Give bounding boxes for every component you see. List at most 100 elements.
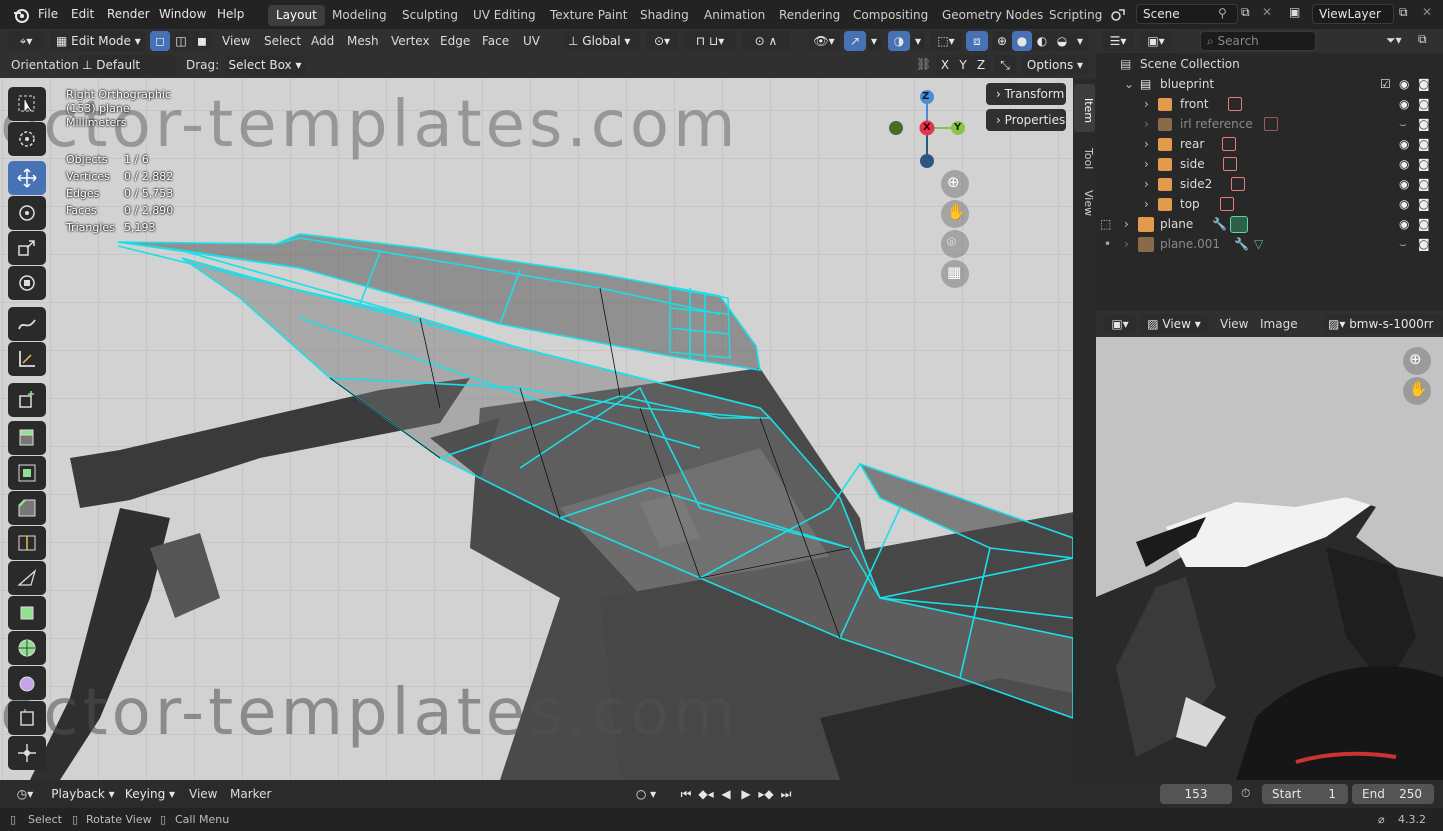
eye-icon[interactable]: ◉ <box>1399 74 1409 94</box>
tab-layout[interactable]: Layout <box>268 5 325 26</box>
tab-rendering[interactable]: Rendering <box>771 5 848 26</box>
editor-type-button[interactable]: ⌖▾ <box>8 31 44 51</box>
tool-smooth[interactable] <box>8 666 46 700</box>
menu-edge[interactable]: Edge <box>440 32 470 51</box>
camera-icon[interactable]: ◙ <box>1418 94 1430 114</box>
eye-icon[interactable]: ◉ <box>1399 134 1409 154</box>
tab-item[interactable]: Item <box>1074 84 1095 132</box>
chevron-right-icon[interactable]: › <box>1144 174 1149 194</box>
tool-bevel[interactable] <box>8 491 46 525</box>
ortho-toggle-button[interactable]: ▦ <box>941 260 969 288</box>
tab-animation[interactable]: Animation <box>696 5 773 26</box>
menu-window[interactable]: Window <box>159 0 206 29</box>
tab-view[interactable]: View <box>1074 178 1095 222</box>
chevron-right-icon[interactable]: › <box>1144 114 1149 134</box>
face-select-button[interactable]: ◼ <box>192 31 212 51</box>
camera-icon[interactable]: ◙ <box>1418 214 1430 234</box>
tab-uv-editing[interactable]: UV Editing <box>465 5 544 26</box>
outliner-search[interactable]: ⌕ Search <box>1200 31 1316 51</box>
tool-cursor[interactable] <box>8 122 46 156</box>
tree-row-rear[interactable]: › rear ◉ ◙ <box>1096 134 1443 154</box>
view-layer-icon[interactable]: ▣ <box>1289 5 1300 19</box>
mesh-edit-overlay[interactable]: ⬚▾ <box>930 31 962 51</box>
tree-row-side[interactable]: › side ◉ ◙ <box>1096 154 1443 174</box>
tool-extrude[interactable] <box>8 421 46 455</box>
tool-add-cube[interactable] <box>8 383 46 417</box>
auto-keying-toggle[interactable]: ○ ▾ <box>628 784 664 804</box>
tab-geometry-nodes[interactable]: Geometry Nodes <box>934 5 1051 26</box>
shading-rendered[interactable]: ◒ <box>1052 31 1072 51</box>
keying-menu[interactable]: Keying ▾ <box>120 784 180 804</box>
menu-file[interactable]: File <box>38 0 58 29</box>
tool-spin[interactable] <box>8 631 46 665</box>
view-layer-selector[interactable]: ViewLayer <box>1312 4 1394 24</box>
menu-marker[interactable]: Marker <box>230 785 271 804</box>
camera-icon[interactable]: ◙ <box>1418 194 1430 214</box>
chevron-right-icon[interactable]: › <box>1124 234 1129 254</box>
tool-edge-slide[interactable] <box>8 701 46 735</box>
camera-icon[interactable]: ◙ <box>1418 174 1430 194</box>
vertex-select-button[interactable]: ◻ <box>150 31 170 51</box>
tool-shrink-fatten[interactable] <box>8 736 46 770</box>
eye-closed-icon[interactable]: ⌣ <box>1399 234 1407 254</box>
image-zoom-button[interactable]: ⊕ <box>1403 347 1431 375</box>
new-collection-icon[interactable]: ⧉ <box>1418 32 1427 47</box>
tree-row-side2[interactable]: › side2 ◉ ◙ <box>1096 174 1443 194</box>
drag-selector[interactable]: Select Box ▾ <box>225 55 305 75</box>
scene-icon[interactable] <box>1110 7 1126 23</box>
blender-logo-icon[interactable] <box>12 6 30 24</box>
tab-texture-paint[interactable]: Texture Paint <box>542 5 635 26</box>
mirror-y-toggle[interactable]: Y <box>954 55 972 75</box>
next-keyframe-button[interactable]: ▸◆ <box>756 784 776 804</box>
menu-view[interactable]: View <box>189 785 217 804</box>
eye-icon[interactable]: ◉ <box>1399 154 1409 174</box>
camera-icon[interactable]: ◙ <box>1418 114 1430 134</box>
tab-modeling[interactable]: Modeling <box>324 5 395 26</box>
properties-panel-header[interactable]: › Properties <box>986 109 1066 131</box>
visibility-selector[interactable]: 👁▾ <box>808 31 840 51</box>
zoom-button[interactable]: ⊕ <box>941 170 969 198</box>
auto-merge-toggle[interactable]: ⤡ <box>994 55 1016 75</box>
tree-row-irl-reference[interactable]: › irl reference ⌣ ◙ <box>1096 114 1443 134</box>
pan-button[interactable]: ✋ <box>941 200 969 228</box>
new-scene-icon[interactable]: ⧉ <box>1241 5 1250 20</box>
tree-row-scene-collection[interactable]: ▤ Scene Collection <box>1096 54 1443 74</box>
current-frame-field[interactable]: 153 <box>1160 784 1232 804</box>
shading-material[interactable]: ◐ <box>1032 31 1052 51</box>
chevron-right-icon[interactable]: › <box>1144 154 1149 174</box>
tool-inset[interactable] <box>8 456 46 490</box>
outliner-editor-type[interactable]: ☰▾ <box>1102 31 1134 51</box>
tree-row-top[interactable]: › top ◉ ◙ <box>1096 194 1443 214</box>
stopwatch-icon[interactable]: ⏱ <box>1241 786 1250 801</box>
tree-row-plane-001[interactable]: • › plane.001 🔧 ▽ ⌣ ◙ <box>1096 234 1443 254</box>
transform-panel-header[interactable]: › Transform <box>986 83 1066 105</box>
tool-poly-build[interactable] <box>8 596 46 630</box>
menu-help[interactable]: Help <box>217 0 244 29</box>
proportional-edit-toggle[interactable]: ⊙ ∧ <box>742 31 790 51</box>
tab-sculpting[interactable]: Sculpting <box>394 5 466 26</box>
chevron-down-icon[interactable]: ⌄ <box>1124 74 1134 94</box>
eye-closed-icon[interactable]: ⌣ <box>1399 114 1407 134</box>
jump-end-button[interactable]: ⏭ <box>776 784 796 804</box>
menu-edit[interactable]: Edit <box>71 0 94 29</box>
mirror-x-toggle[interactable]: X <box>936 55 954 75</box>
menu-image[interactable]: Image <box>1260 315 1298 334</box>
tool-move[interactable] <box>8 161 46 195</box>
image-editor-viewport[interactable]: ⊕ ✋ <box>1096 337 1443 780</box>
menu-view[interactable]: View <box>1220 315 1248 334</box>
tab-tool[interactable]: Tool <box>1074 134 1095 178</box>
camera-icon[interactable]: ◙ <box>1418 154 1430 174</box>
menu-view[interactable]: View <box>222 32 250 51</box>
timeline-editor-type[interactable]: ◷▾ <box>8 784 42 804</box>
tool-select-box[interactable] <box>8 87 46 121</box>
eye-icon[interactable]: ◉ <box>1399 174 1409 194</box>
orientation-selector[interactable]: ⊥ Default <box>78 55 176 75</box>
chevron-right-icon[interactable]: › <box>1144 94 1149 114</box>
play-reverse-button[interactable]: ◀ <box>716 784 736 804</box>
eye-icon[interactable]: ◉ <box>1399 214 1409 234</box>
tab-compositing[interactable]: Compositing <box>845 5 936 26</box>
overlay-toggle[interactable]: ◑ <box>888 31 910 51</box>
xray-toggle[interactable]: ⧈ <box>966 31 988 51</box>
tool-loop-cut[interactable] <box>8 526 46 560</box>
shading-dropdown[interactable]: ▾ <box>1072 31 1088 51</box>
